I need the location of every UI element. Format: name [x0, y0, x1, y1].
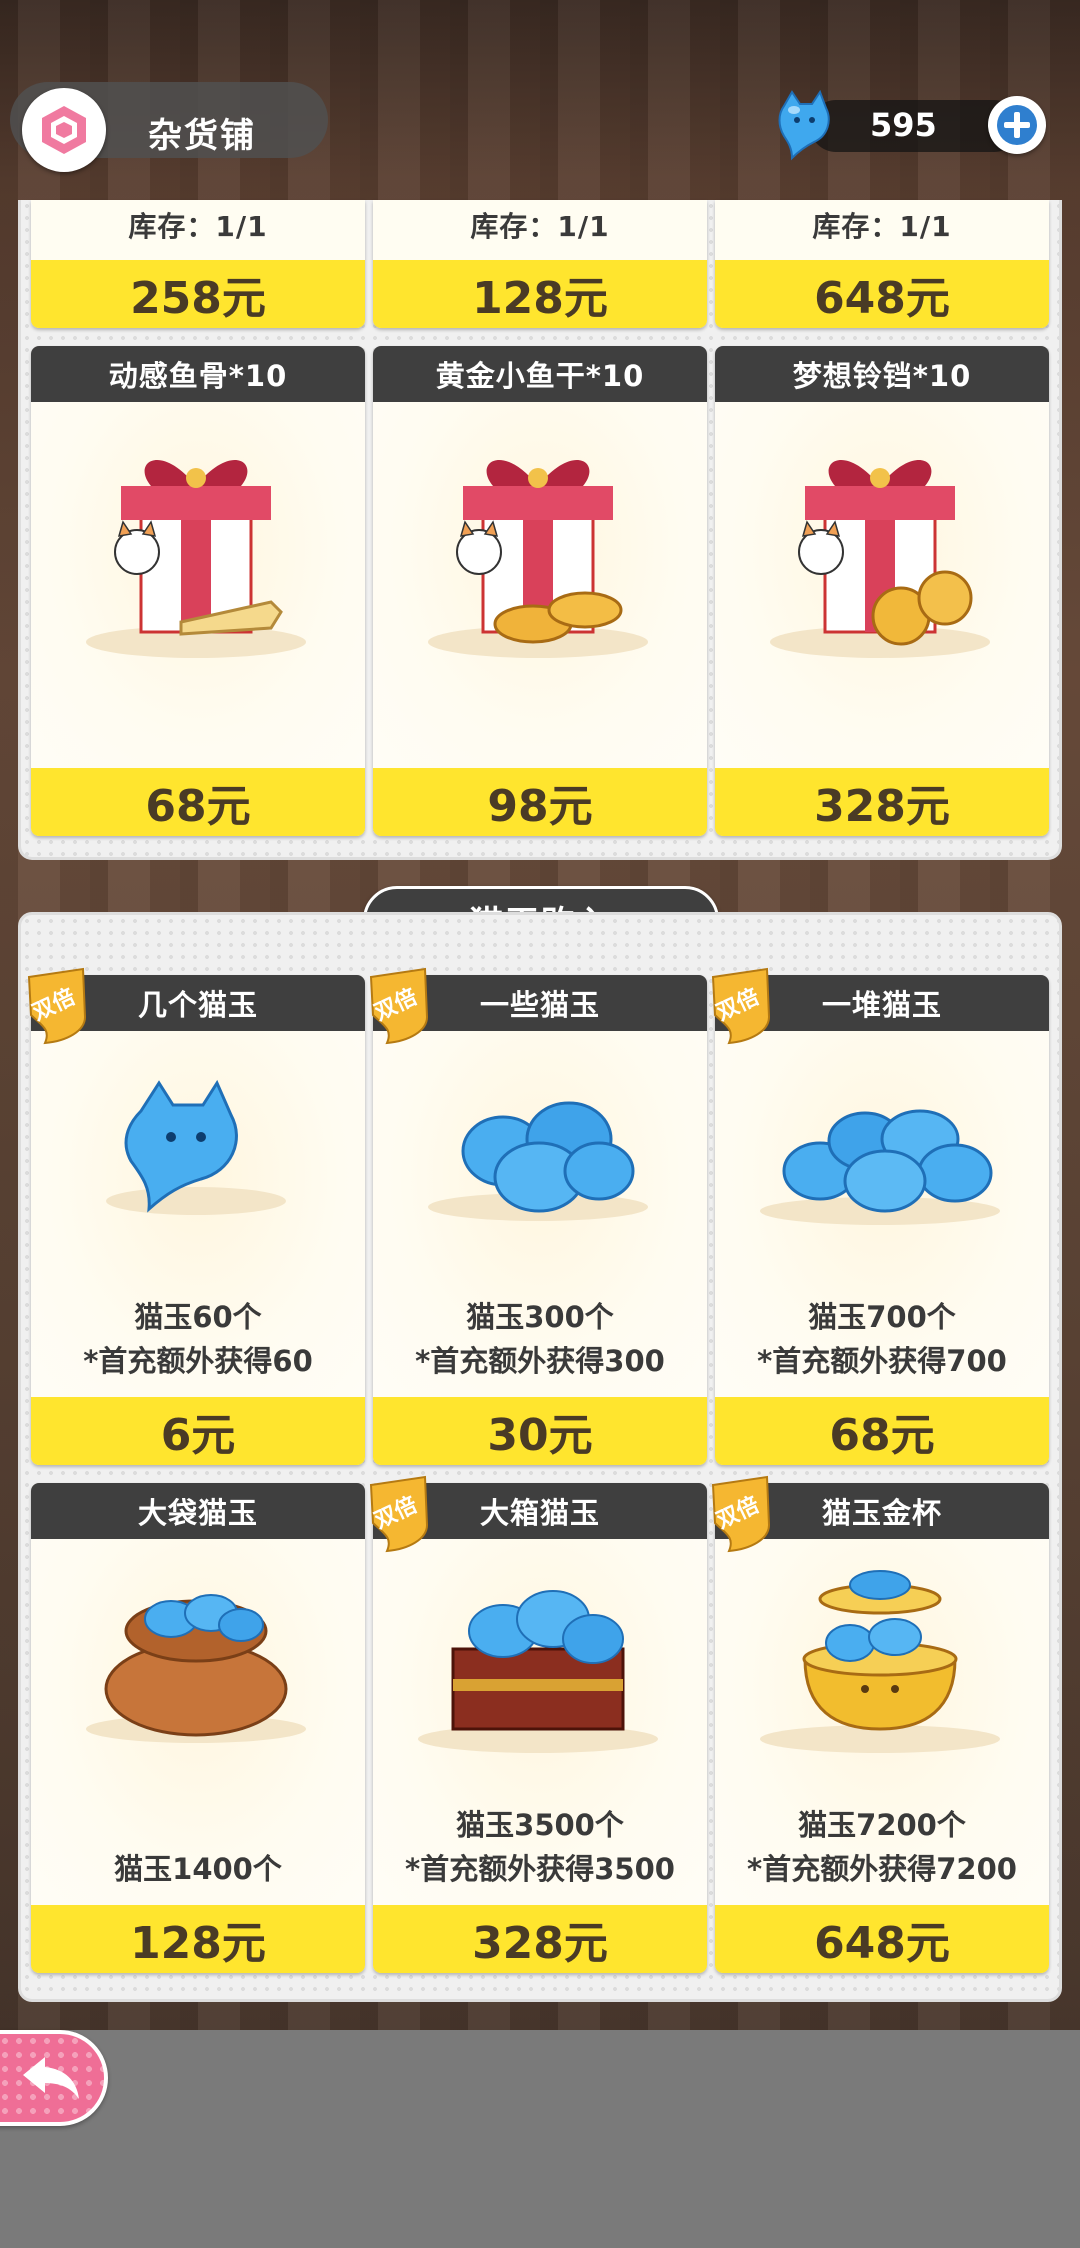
shop-icon	[22, 88, 106, 172]
shop-item-card[interactable]: 黄金小鱼干*10 98元	[373, 346, 707, 836]
shop-item-card[interactable]: 库存：1/1 128元	[373, 200, 707, 328]
price-button[interactable]: 30元	[373, 1397, 707, 1465]
item-name: 动感鱼骨*10	[31, 346, 365, 402]
price-button[interactable]: 648元	[715, 1905, 1049, 1973]
price-button[interactable]: 128元	[31, 1905, 365, 1973]
shop-item-card[interactable]: 一些猫玉 猫玉300个 *首充额外获得300 30元	[373, 975, 707, 1465]
currency-amount: 595	[870, 106, 937, 144]
first-recharge-bonus: *首充额外获得700	[757, 1344, 1007, 1378]
shop-item-card[interactable]: 库存：1/1 648元	[715, 200, 1049, 328]
page-title: 杂货铺	[148, 116, 256, 156]
first-recharge-bonus: *首充额外获得300	[415, 1344, 665, 1378]
shop-item-card[interactable]: 动感鱼骨*10 68元	[31, 346, 365, 836]
price-button[interactable]: 328元	[715, 768, 1049, 836]
plus-icon	[997, 105, 1037, 145]
header: 杂货铺 595	[0, 70, 1080, 172]
shop-item-card[interactable]: 大箱猫玉 猫玉3500个 *首充额外获得3500 328元	[373, 1483, 707, 1973]
stock-label: 库存：1/1	[128, 210, 268, 243]
item-image	[31, 402, 365, 768]
item-image	[373, 402, 707, 768]
jade-amount: 猫玉300个	[466, 1300, 614, 1334]
currency-display: 595	[770, 84, 1052, 164]
gift-box-golden-fish-icon	[428, 459, 648, 658]
double-badge: 双倍	[707, 1475, 773, 1553]
stock-label: 库存：1/1	[812, 210, 952, 243]
item-name: 梦想铃铛*10	[715, 346, 1049, 402]
gift-items-panel: 库存：1/1 258元 库存：1/1 128元 库存：1/1 648元 动感鱼骨…	[18, 200, 1062, 860]
shop-item-card[interactable]: 一堆猫玉 猫玉700个 *首充额外获得700 68元	[715, 975, 1049, 1465]
shop-item-card[interactable]: 梦想铃铛*10 328元	[715, 346, 1049, 836]
stock-label: 库存：1/1	[470, 210, 610, 243]
jade-amount: 猫玉700个	[808, 1300, 956, 1334]
title-bar: 杂货铺	[10, 82, 328, 172]
first-recharge-bonus: *首充额外获得3500	[405, 1852, 675, 1886]
first-recharge-bonus: *首充额外获得7200	[747, 1852, 1017, 1886]
price-button[interactable]: 68元	[715, 1397, 1049, 1465]
jade-amount: 猫玉60个	[134, 1300, 262, 1334]
first-recharge-bonus: *首充额外获得60	[83, 1344, 313, 1378]
price-button[interactable]: 68元	[31, 768, 365, 836]
cat-jade-icon	[778, 89, 830, 161]
jade-purchase-panel: 几个猫玉 猫玉60个 *首充额外获得60 6元 双倍 一些猫玉 猫玉300个 *…	[18, 912, 1062, 2002]
double-badge: 双倍	[707, 967, 773, 1045]
back-arrow-icon	[23, 2057, 79, 2099]
bottom-bar	[0, 2030, 1080, 2248]
item-name: 大袋猫玉	[31, 1483, 365, 1539]
back-button[interactable]	[0, 2030, 108, 2126]
item-name: 黄金小鱼干*10	[373, 346, 707, 402]
gift-box-bell-icon	[770, 459, 990, 658]
double-badge: 双倍	[23, 967, 89, 1045]
jade-amount: 猫玉1400个	[114, 1852, 282, 1886]
price-button[interactable]: 328元	[373, 1905, 707, 1973]
double-badge: 双倍	[365, 967, 431, 1045]
shop-item-card[interactable]: 猫玉金杯 猫玉7200个 *首充额外获得7200 648元	[715, 1483, 1049, 1973]
jade-amount: 猫玉7200个	[798, 1808, 966, 1842]
price-button[interactable]: 128元	[373, 260, 707, 328]
shop-item-card[interactable]: 库存：1/1 258元	[31, 200, 365, 328]
double-badge: 双倍	[365, 1475, 431, 1553]
price-button[interactable]: 6元	[31, 1397, 365, 1465]
price-button[interactable]: 648元	[715, 260, 1049, 328]
item-image	[715, 402, 1049, 768]
shop-item-card[interactable]: 大袋猫玉 猫玉1400个 128元	[31, 1483, 365, 1973]
shop-item-card[interactable]: 几个猫玉 猫玉60个 *首充额外获得60 6元	[31, 975, 365, 1465]
price-button[interactable]: 258元	[31, 260, 365, 328]
price-button[interactable]: 98元	[373, 768, 707, 836]
jade-amount: 猫玉3500个	[456, 1808, 624, 1842]
add-currency-button[interactable]	[988, 96, 1046, 154]
gift-box-fishbone-icon	[86, 459, 306, 658]
